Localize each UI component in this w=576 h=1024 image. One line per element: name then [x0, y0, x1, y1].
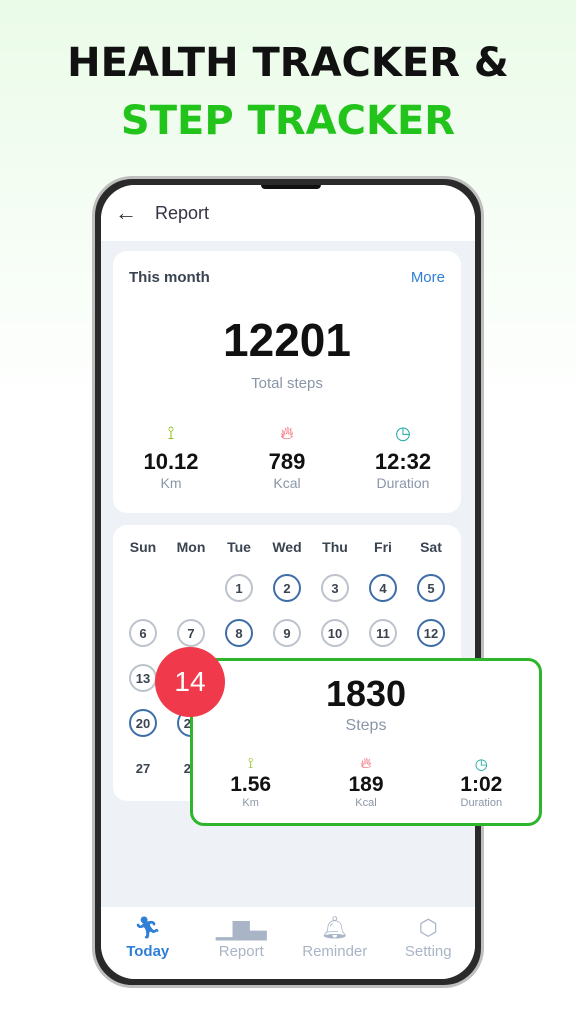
- calendar-day[interactable]: 3: [321, 574, 349, 602]
- empty-cell: [129, 574, 157, 602]
- month-summary-card: This month More 12201 Total steps ⟟ 10.12…: [113, 251, 461, 513]
- total-steps: 12201: [223, 314, 351, 366]
- calendar-day[interactable]: 5: [417, 574, 445, 602]
- nav-label: Setting: [404, 943, 452, 960]
- nav-today[interactable]: 🏃︎ Today: [101, 907, 195, 979]
- calendar-day[interactable]: 20: [129, 709, 157, 737]
- calendar-day[interactable]: 7: [177, 619, 205, 647]
- stat-value: 1:02: [460, 773, 503, 796]
- bar-chart-icon: ▁▆▃: [215, 915, 267, 940]
- weekday-mon: Mon: [176, 539, 206, 555]
- nav-label: Report: [218, 943, 264, 960]
- route-icon: ⟟: [167, 423, 175, 443]
- nav-label: Today: [126, 943, 170, 960]
- stat-unit: Km: [160, 475, 182, 491]
- day-detail-popup: 1830 Steps ⟟ 1.56 Km 🔥︎ 189 Kcal ◷ 1:02 Durati…: [190, 658, 542, 826]
- stat-distance: ⟟ 10.12 Km: [113, 423, 229, 491]
- day-steps-label: Steps: [345, 717, 387, 734]
- stat-calories: 🔥︎ 789 Kcal: [229, 423, 345, 491]
- back-arrow-icon[interactable]: ←: [115, 200, 155, 226]
- stat-duration: ◷ 12:32 Duration: [345, 423, 461, 491]
- screen: ← Report This month More 12201 Total ste…: [101, 185, 475, 979]
- phone-frame: ← Report This month More 12201 Total ste…: [92, 176, 484, 988]
- calendar-day[interactable]: 8: [225, 619, 253, 647]
- stat-value: 189: [348, 773, 384, 796]
- stat-value: 789: [268, 449, 306, 474]
- stat-distance: ⟟ 1.56 Km: [193, 755, 308, 809]
- clock-icon: ◷: [395, 423, 411, 443]
- stat-value: 10.12: [143, 449, 199, 474]
- calendar-day[interactable]: 9: [273, 619, 301, 647]
- selected-day-badge[interactable]: 14: [155, 647, 225, 717]
- stat-unit: Kcal: [355, 797, 377, 809]
- total-steps-label: Total steps: [251, 375, 323, 392]
- more-link[interactable]: More: [411, 269, 445, 286]
- calendar-day[interactable]: 4: [369, 574, 397, 602]
- empty-cell: [177, 574, 205, 602]
- route-icon: ⟟: [247, 755, 254, 772]
- running-icon: 🏃︎: [133, 915, 162, 940]
- flame-icon: 🔥︎: [360, 755, 372, 772]
- flame-icon: 🔥︎: [280, 423, 294, 443]
- stat-value: 1.56: [230, 773, 272, 796]
- headline-line2: STEP TRACKER: [120, 98, 456, 144]
- nav-label: Reminder: [302, 943, 368, 960]
- weekday-thu: Thu: [322, 539, 348, 555]
- headline-line1: HEALTH TRACKER &: [67, 40, 509, 86]
- calendar-day[interactable]: 2: [273, 574, 301, 602]
- stat-unit: Duration: [460, 797, 503, 809]
- calendar-day[interactable]: 10: [321, 619, 349, 647]
- weekday-tue: Tue: [227, 539, 251, 555]
- calendar-day[interactable]: 6: [129, 619, 157, 647]
- weekday-sun: Sun: [129, 539, 157, 555]
- stat-value: 12:32: [374, 449, 432, 474]
- stat-unit: Km: [242, 797, 259, 809]
- calendar-day[interactable]: 27: [129, 754, 157, 782]
- bottom-nav: 🏃︎ Today ▁▆▃ Report 🔔︎ Reminder ⬡ Setting: [101, 907, 475, 979]
- calendar-day[interactable]: 13: [129, 664, 157, 692]
- stat-unit: Duration: [376, 475, 430, 491]
- weekday-fri: Fri: [374, 539, 392, 555]
- weekday-sat: Sat: [420, 539, 442, 555]
- calendar-day[interactable]: 1: [225, 574, 253, 602]
- clock-icon: ◷: [474, 756, 488, 773]
- calendar-day[interactable]: 11: [369, 619, 397, 647]
- page-title: Report: [155, 202, 210, 223]
- nav-setting[interactable]: ⬡ Setting: [382, 907, 476, 979]
- calendar-day[interactable]: 12: [417, 619, 445, 647]
- stat-calories: 🔥︎ 189 Kcal: [308, 755, 423, 809]
- notch: [261, 185, 321, 189]
- bell-icon: 🔔︎: [320, 915, 349, 940]
- stat-duration: ◷ 1:02 Duration: [424, 755, 539, 809]
- period-label: This month: [129, 269, 210, 286]
- header: ← Report: [101, 185, 475, 241]
- stat-unit: Kcal: [273, 475, 301, 491]
- nav-reminder[interactable]: 🔔︎ Reminder: [288, 907, 382, 979]
- gear-icon: ⬡: [418, 915, 438, 940]
- day-steps: 1830: [325, 673, 407, 714]
- weekday-wed: Wed: [272, 539, 302, 555]
- nav-report[interactable]: ▁▆▃ Report: [195, 907, 289, 979]
